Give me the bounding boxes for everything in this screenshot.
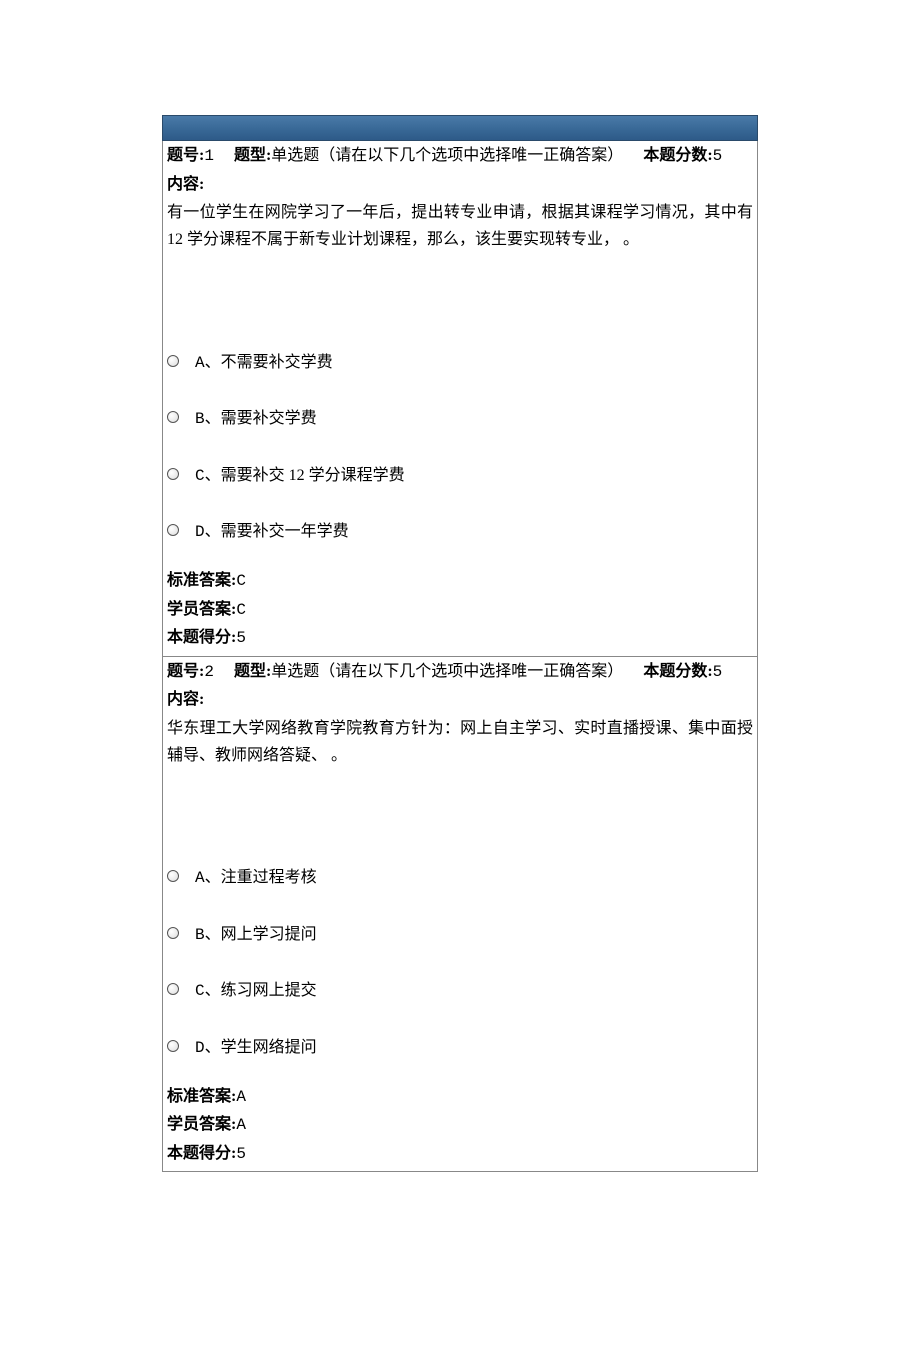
option-text: A、注重过程考核 <box>195 861 753 892</box>
option-label: 需要补交 12 学分课程学费 <box>221 467 405 484</box>
student-answer: C <box>236 601 246 619</box>
option-text: A、不需要补交学费 <box>195 346 753 377</box>
option-text: D、学生网络提问 <box>195 1031 753 1062</box>
radio-icon[interactable] <box>167 411 179 423</box>
obtained-score: 5 <box>236 1145 246 1163</box>
radio-icon[interactable] <box>167 355 179 367</box>
obtained-score: 5 <box>236 629 246 647</box>
options-group: A、不需要补交学费 B、需要补交学费 C、需要补交 12 学分课程学费 D、需要… <box>167 346 753 546</box>
question-content: 有一位学生在网院学习了一年后，提出转专业申请，根据其课程学习情况，其中有 12 … <box>167 199 753 253</box>
label-obtained-score: 本题得分: <box>167 629 236 646</box>
question-header: 题号:1 题型:单选题（请在以下几个选项中选择唯一正确答案） 本题分数:5 <box>167 143 753 170</box>
radio-icon[interactable] <box>167 524 179 536</box>
label-correct-answer: 标准答案: <box>167 572 236 589</box>
answers-block: 标准答案:A 学员答案:A 本题得分:5 <box>167 1084 753 1168</box>
question-score: 5 <box>713 663 723 681</box>
option-row: C、需要补交 12 学分课程学费 <box>167 459 753 490</box>
option-letter: C <box>195 982 205 1000</box>
label-obtained-score: 本题得分: <box>167 1145 236 1162</box>
question-type-text: 单选题（请在以下几个选项中选择唯一正确答案） <box>271 147 623 164</box>
question-number: 1 <box>204 147 214 165</box>
option-row: D、学生网络提问 <box>167 1031 753 1062</box>
option-row: B、网上学习提问 <box>167 918 753 949</box>
option-row: D、需要补交一年学费 <box>167 515 753 546</box>
option-letter: C <box>195 467 205 485</box>
option-letter: B <box>195 410 205 428</box>
question-content: 华东理工大学网络教育学院教育方针为：网上自主学习、实时直播授课、集中面授辅导、教… <box>167 715 753 769</box>
radio-icon[interactable] <box>167 983 179 995</box>
option-row: C、练习网上提交 <box>167 974 753 1005</box>
option-label: 注重过程考核 <box>221 869 317 886</box>
correct-answer: C <box>236 572 246 590</box>
option-row: A、注重过程考核 <box>167 861 753 892</box>
option-label: 学生网络提问 <box>221 1039 317 1056</box>
radio-icon[interactable] <box>167 927 179 939</box>
label-question-score: 本题分数: <box>643 147 712 164</box>
question-score: 5 <box>713 147 723 165</box>
student-answer: A <box>236 1116 246 1134</box>
title-bar <box>162 115 758 141</box>
question-type-text: 单选题（请在以下几个选项中选择唯一正确答案） <box>271 663 623 680</box>
option-label: 需要补交学费 <box>221 410 317 427</box>
radio-icon[interactable] <box>167 870 179 882</box>
question-header: 题号:2 题型:单选题（请在以下几个选项中选择唯一正确答案） 本题分数:5 <box>167 659 753 686</box>
label-question-no: 题号: <box>167 663 204 680</box>
label-student-answer: 学员答案: <box>167 601 236 618</box>
correct-answer: A <box>236 1088 246 1106</box>
label-question-no: 题号: <box>167 147 204 164</box>
label-student-answer: 学员答案: <box>167 1116 236 1133</box>
option-text: C、需要补交 12 学分课程学费 <box>195 459 753 490</box>
option-text: D、需要补交一年学费 <box>195 515 753 546</box>
option-letter: A <box>195 354 205 372</box>
option-label: 不需要补交学费 <box>221 354 333 371</box>
option-label: 需要补交一年学费 <box>221 523 349 540</box>
option-text: B、网上学习提问 <box>195 918 753 949</box>
label-question-type: 题型: <box>234 147 271 164</box>
question-block: 题号:1 题型:单选题（请在以下几个选项中选择唯一正确答案） 本题分数:5 内容… <box>162 141 758 657</box>
option-letter: D <box>195 523 205 541</box>
option-row: B、需要补交学费 <box>167 402 753 433</box>
option-letter: A <box>195 869 205 887</box>
page-container: 题号:1 题型:单选题（请在以下几个选项中选择唯一正确答案） 本题分数:5 内容… <box>0 0 920 1372</box>
label-correct-answer: 标准答案: <box>167 1088 236 1105</box>
option-text: B、需要补交学费 <box>195 402 753 433</box>
label-content: 内容: <box>167 172 753 198</box>
options-group: A、注重过程考核 B、网上学习提问 C、练习网上提交 D、学生网络提问 <box>167 861 753 1061</box>
option-letter: D <box>195 1039 205 1057</box>
radio-icon[interactable] <box>167 468 179 480</box>
option-label: 练习网上提交 <box>221 982 317 999</box>
radio-icon[interactable] <box>167 1040 179 1052</box>
option-letter: B <box>195 926 205 944</box>
option-text: C、练习网上提交 <box>195 974 753 1005</box>
label-content: 内容: <box>167 687 753 713</box>
option-label: 网上学习提问 <box>221 926 317 943</box>
label-question-score: 本题分数: <box>643 663 712 680</box>
question-block: 题号:2 题型:单选题（请在以下几个选项中选择唯一正确答案） 本题分数:5 内容… <box>162 657 758 1173</box>
question-number: 2 <box>204 663 214 681</box>
answers-block: 标准答案:C 学员答案:C 本题得分:5 <box>167 568 753 652</box>
label-question-type: 题型: <box>234 663 271 680</box>
option-row: A、不需要补交学费 <box>167 346 753 377</box>
